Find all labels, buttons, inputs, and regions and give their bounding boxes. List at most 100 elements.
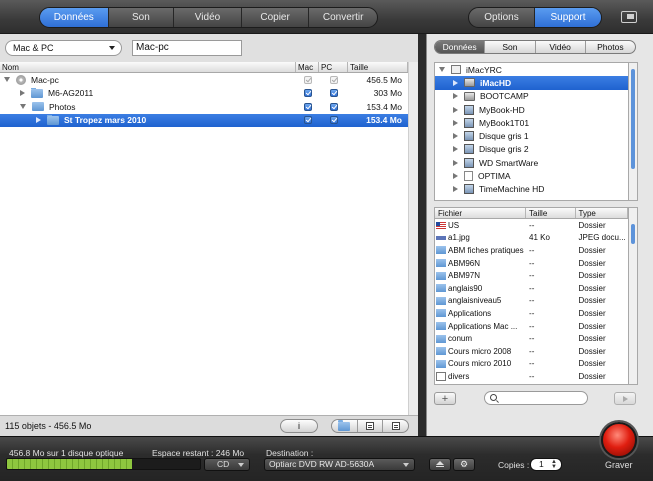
stepper-arrows-icon[interactable]: ▲ ▼ [551, 459, 557, 470]
file-row[interactable]: US -- Dossier [435, 219, 628, 232]
pc-checkbox[interactable] [329, 116, 338, 125]
file-type: JPEG docu... [578, 233, 626, 243]
file-row[interactable]: anglais90 -- Dossier [435, 282, 628, 295]
disclosure-closed-icon[interactable] [453, 186, 458, 193]
file-row[interactable]: Cours micro 2008 -- Dossier [435, 345, 628, 358]
file-row[interactable]: a1.jpg 41 Ko JPEG docu... [435, 232, 628, 245]
pc-checkbox[interactable] [329, 89, 338, 98]
pc-checkbox[interactable] [329, 75, 338, 84]
main-toolbar: Données Son Vidéo Copier Convertir Optio… [0, 0, 653, 34]
eject-button[interactable] [429, 458, 451, 471]
tree-row-selected[interactable]: St Tropez mars 2010 153.4 Mo [0, 113, 408, 127]
tree-scrollbar[interactable] [408, 62, 418, 415]
file-row[interactable]: conum -- Dossier [435, 332, 628, 345]
column-header-file-type[interactable]: Type [576, 208, 628, 218]
volume-row[interactable]: Disque gris 2 [435, 143, 628, 156]
file-row[interactable]: divers -- Dossier [435, 370, 628, 383]
disclosure-closed-icon[interactable] [453, 106, 458, 113]
eject-icon [436, 460, 444, 467]
remove-item-button[interactable] [383, 420, 408, 432]
disclosure-closed-icon[interactable] [20, 90, 25, 97]
browser-tab-video[interactable]: Vidéo [536, 41, 586, 53]
blank-volume-icon [464, 171, 473, 182]
column-header-file[interactable]: Fichier [435, 208, 527, 218]
add-item-button[interactable] [358, 420, 384, 432]
disclosure-open-icon[interactable] [439, 67, 445, 73]
disclosure-closed-icon[interactable] [453, 119, 458, 126]
burn-button[interactable] [601, 422, 637, 458]
volume-scrollbar[interactable] [629, 62, 638, 201]
file-row[interactable]: Cours micro 2010 -- Dossier [435, 358, 628, 371]
disclosure-closed-icon[interactable] [453, 146, 458, 153]
support-button[interactable]: Support [535, 8, 601, 27]
disclosure-closed-icon[interactable] [453, 93, 458, 100]
tree-row[interactable]: Mac-pc 456.5 Mo [0, 73, 408, 87]
file-row[interactable]: ABM fiches pratiques -- Dossier [435, 244, 628, 257]
column-header-pc[interactable]: PC [319, 62, 348, 72]
volume-scroll-thumb[interactable] [631, 69, 635, 169]
column-header-mac[interactable]: Mac [296, 62, 319, 72]
capacity-meter [6, 458, 201, 470]
volume-label: TimeMachine HD [479, 184, 545, 195]
mac-checkbox[interactable] [303, 89, 312, 98]
destination-select[interactable]: Optiarc DVD RW AD-5630A [264, 458, 415, 471]
tree-row[interactable]: Photos 153.4 Mo [0, 100, 408, 114]
add-to-disc-button[interactable]: + [434, 392, 456, 405]
mac-checkbox[interactable] [303, 116, 312, 125]
tab-donnees[interactable]: Données [40, 8, 109, 27]
file-row[interactable]: Applications Mac ... -- Dossier [435, 320, 628, 333]
tree-row-name-cell: St Tropez mars 2010 [0, 115, 296, 125]
disclosure-closed-icon[interactable] [453, 159, 458, 166]
file-row[interactable]: Applications -- Dossier [435, 307, 628, 320]
disclosure-closed-icon[interactable] [453, 79, 458, 86]
column-header-size[interactable]: Taille [348, 62, 408, 72]
file-name: divers [448, 371, 470, 381]
filesystem-select[interactable]: Mac & PC [5, 40, 122, 56]
browser-tab-photos[interactable]: Photos [586, 41, 635, 53]
tab-convertir[interactable]: Convertir [309, 8, 377, 27]
disclosure-closed-icon[interactable] [453, 173, 458, 180]
tab-video[interactable]: Vidéo [174, 8, 242, 27]
volume-row[interactable]: TimeMachine HD [435, 183, 628, 196]
copies-stepper[interactable]: 1 ▲ ▼ [530, 458, 562, 471]
forward-button[interactable] [614, 392, 636, 405]
disc-name-input[interactable]: Mac-pc [132, 40, 242, 56]
column-header-name[interactable]: Nom [0, 62, 296, 72]
file-name: US [448, 220, 460, 230]
tab-copier[interactable]: Copier [242, 8, 310, 27]
burn-settings-button[interactable]: ⚙ [453, 458, 475, 471]
volume-row[interactable]: BOOTCAMP [435, 90, 628, 103]
disclosure-closed-icon[interactable] [453, 133, 458, 140]
pc-checkbox[interactable] [329, 102, 338, 111]
browser-tab-son[interactable]: Son [485, 41, 536, 53]
file-scroll-thumb[interactable] [631, 224, 635, 244]
disclosure-open-icon[interactable] [4, 77, 10, 83]
volume-row[interactable]: Disque gris 1 [435, 129, 628, 142]
mac-checkbox[interactable] [303, 102, 312, 111]
window-toggle-icon[interactable] [621, 11, 637, 23]
volume-row[interactable]: WD SmartWare [435, 156, 628, 169]
tree-row[interactable]: M6-AG2011 303 Mo [0, 87, 408, 101]
disclosure-open-icon[interactable] [20, 104, 26, 110]
tab-son[interactable]: Son [109, 8, 175, 27]
folder-icon [436, 284, 446, 293]
disclosure-closed-icon[interactable] [36, 117, 41, 124]
file-row[interactable]: ABM97N -- Dossier [435, 269, 628, 282]
volume-row[interactable]: iMacYRC [435, 63, 628, 76]
file-search-input[interactable] [484, 391, 588, 405]
volume-row[interactable]: MyBook1T01 [435, 116, 628, 129]
new-folder-button[interactable] [332, 420, 358, 432]
file-list-scrollbar[interactable] [629, 207, 638, 385]
tree-row-name-cell: M6-AG2011 [0, 88, 296, 98]
file-row[interactable]: anglaisniveau5 -- Dossier [435, 295, 628, 308]
file-row[interactable]: ABM96N -- Dossier [435, 257, 628, 270]
column-header-file-size[interactable]: Taille [526, 208, 576, 218]
mac-checkbox[interactable] [303, 75, 312, 84]
browser-tab-donnees[interactable]: Données [435, 41, 486, 53]
volume-row[interactable]: MyBook-HD [435, 103, 628, 116]
volume-row-selected[interactable]: iMacHD [435, 76, 628, 90]
volume-row[interactable]: OPTIMA [435, 169, 628, 182]
media-type-select[interactable]: CD [204, 458, 250, 471]
options-button[interactable]: Options [469, 8, 535, 27]
info-button[interactable]: i [280, 419, 318, 433]
